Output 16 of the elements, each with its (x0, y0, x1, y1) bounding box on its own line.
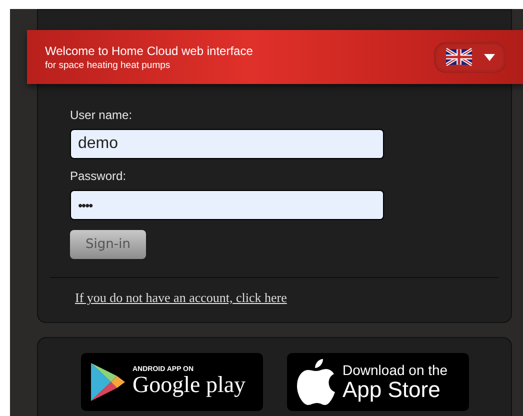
caret-icon (484, 54, 494, 60)
language-selector[interactable] (434, 42, 506, 72)
app-store-badge[interactable]: Download on the App Store (286, 353, 468, 411)
field-label: Password: (70, 169, 128, 183)
field-label: User name: (70, 108, 134, 122)
badge-caption: Download on the (342, 362, 448, 378)
flag-icon (446, 48, 472, 66)
password-field[interactable]: •••• (70, 190, 384, 220)
apple-icon (296, 359, 334, 405)
banner-title: Welcome to Home Cloud web interface (45, 44, 253, 58)
play-triangle-icon (90, 363, 124, 401)
banner-subtitle: for space heating heat pumps (45, 60, 172, 70)
badge-store-name: Google play (132, 373, 246, 398)
username-field[interactable]: demo (70, 129, 384, 159)
badge-store-name: App Store (342, 378, 442, 402)
register-link[interactable]: If you do not have an account, click here (75, 290, 287, 306)
